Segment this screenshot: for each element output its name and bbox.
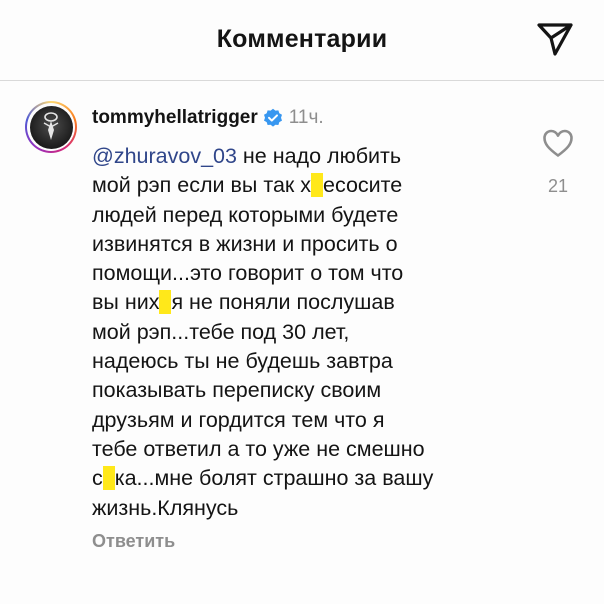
censor-highlight [102, 466, 115, 491]
comment-text-fragment: мой рэп если вы так [92, 173, 301, 198]
comment-line: мой рэп если вы так х есосите [92, 171, 532, 200]
header-divider [0, 80, 604, 81]
avatar-gap [27, 103, 75, 151]
comment-meta: tommyhellatrigger 11ч. [92, 107, 324, 129]
censor-highlight [159, 290, 172, 315]
username[interactable]: tommyhellatrigger [92, 107, 258, 129]
comment-line: вы них я не поняли послушав [92, 288, 532, 317]
comment-line: надеюсь ты не будешь завтра [92, 349, 393, 374]
comment-text-fragment: я не поняли послушав [171, 290, 395, 315]
comment-line: мой рэп...тебе под 30 лет, [92, 319, 350, 344]
comment-line: с ка...мне болят страшно за вашу [92, 464, 532, 493]
comment-line: @zhuravov_03 не надо любить [92, 142, 532, 171]
like-count: 21 [547, 176, 569, 196]
comment-line: жизнь.Клянусь [92, 495, 239, 520]
avatar-figure-icon [43, 112, 59, 140]
avatar-image [29, 105, 73, 149]
heart-icon[interactable] [542, 128, 574, 158]
comment-text-fragment: с [92, 466, 103, 491]
comment-line: тебе ответил а то уже не смешно [92, 436, 425, 461]
mention-link[interactable]: @zhuravov_03 [92, 144, 237, 168]
comment-line: показывать переписку своим [92, 378, 382, 403]
header: Комментарии [0, 0, 604, 80]
comment-line: помощи...это говорит о том что [92, 261, 404, 286]
page-title: Комментарии [216, 24, 388, 53]
verified-badge-icon [263, 108, 282, 127]
comment-text-fragment: не надо любить [236, 144, 402, 168]
comment-text-fragment: есосите [323, 173, 403, 198]
comment-line: людей перед которыми будете [92, 202, 399, 227]
comment-timestamp: 11ч. [288, 107, 324, 128]
avatar[interactable] [25, 101, 77, 153]
send-icon[interactable] [534, 18, 576, 60]
comment-text-fragment: вы них [92, 290, 160, 315]
comment-line: друзьям и гордится тем что я [92, 407, 385, 432]
reply-button[interactable]: Ответить [92, 531, 175, 552]
comment-line: извинятся в жизни и просить о [92, 231, 398, 256]
comment-text: @zhuravov_03 не надо любить мой рэп если… [92, 142, 532, 523]
comment-text-fragment: ка...мне болят страшно за вашу [114, 466, 434, 491]
comment-text-fragment: х [300, 173, 312, 198]
censor-highlight [311, 173, 323, 198]
